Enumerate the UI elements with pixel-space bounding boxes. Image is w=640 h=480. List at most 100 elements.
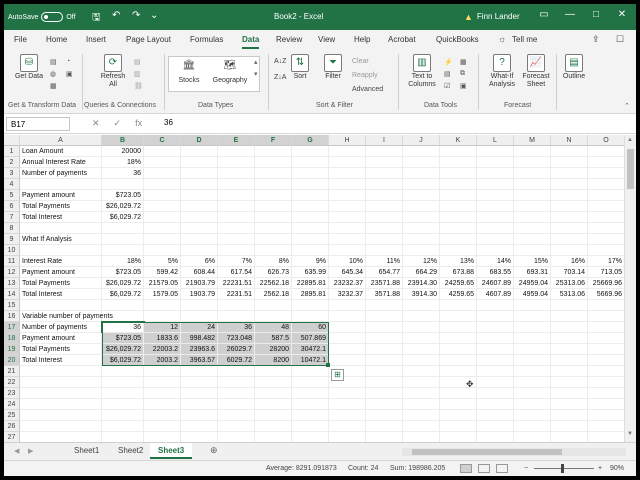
cell-m10[interactable] <box>514 245 551 256</box>
cell-l8[interactable] <box>477 223 514 234</box>
cell-j17[interactable] <box>403 322 440 333</box>
cell-e12[interactable]: 617.54 <box>218 267 255 278</box>
cell-h9[interactable] <box>329 234 366 245</box>
vertical-scroll-thumb[interactable] <box>627 149 634 189</box>
cell-j12[interactable]: 664.29 <box>403 267 440 278</box>
row-header-8[interactable]: 8 <box>4 223 20 234</box>
row-header-4[interactable]: 4 <box>4 179 20 190</box>
cell-a23[interactable] <box>20 388 102 399</box>
cell-e3[interactable] <box>218 168 255 179</box>
cell-c11[interactable]: 5% <box>144 256 181 267</box>
column-header-b[interactable]: B <box>102 135 144 146</box>
cell-e8[interactable] <box>218 223 255 234</box>
tab-home[interactable]: Home <box>46 35 67 44</box>
page-break-view-button[interactable] <box>496 464 508 473</box>
save-icon[interactable]: 🖫 <box>92 10 101 27</box>
cell-o17[interactable] <box>588 322 624 333</box>
cell-m4[interactable] <box>514 179 551 190</box>
cell-n26[interactable] <box>551 421 588 432</box>
cell-g16[interactable] <box>292 311 329 322</box>
cell-n4[interactable] <box>551 179 588 190</box>
cell-o15[interactable] <box>588 300 624 311</box>
cell-a19[interactable]: Total Payments <box>20 344 102 355</box>
cell-f21[interactable] <box>255 366 292 377</box>
cell-i16[interactable] <box>366 311 403 322</box>
cell-h24[interactable] <box>329 399 366 410</box>
cell-h12[interactable]: 645.34 <box>329 267 366 278</box>
cell-m22[interactable] <box>514 377 551 388</box>
cell-f3[interactable] <box>255 168 292 179</box>
cell-n8[interactable] <box>551 223 588 234</box>
cell-a21[interactable] <box>20 366 102 377</box>
from-text-icon[interactable]: ▤ <box>50 58 57 66</box>
cell-g8[interactable] <box>292 223 329 234</box>
cell-e4[interactable] <box>218 179 255 190</box>
cell-f11[interactable]: 8% <box>255 256 292 267</box>
cell-g9[interactable] <box>292 234 329 245</box>
cell-c4[interactable] <box>144 179 181 190</box>
cell-a14[interactable]: Total Interest <box>20 289 102 300</box>
cell-k21[interactable] <box>440 366 477 377</box>
cell-d20[interactable]: 3963.57 <box>181 355 218 366</box>
advanced-filter-button[interactable]: Advanced <box>352 86 383 93</box>
cell-g10[interactable] <box>292 245 329 256</box>
cell-f10[interactable] <box>255 245 292 256</box>
cell-i11[interactable]: 11% <box>366 256 403 267</box>
page-layout-view-button[interactable] <box>478 464 490 473</box>
cell-a6[interactable]: Total Payments <box>20 201 102 212</box>
cell-e23[interactable] <box>218 388 255 399</box>
cell-e7[interactable] <box>218 212 255 223</box>
tab-formulas[interactable]: Formulas <box>190 35 223 44</box>
cell-c1[interactable] <box>144 146 181 157</box>
cell-c16[interactable] <box>144 311 181 322</box>
cell-o8[interactable] <box>588 223 624 234</box>
cell-j9[interactable] <box>403 234 440 245</box>
horizontal-scroll-thumb[interactable] <box>412 449 562 455</box>
relationships-icon[interactable]: ⧉ <box>460 70 465 78</box>
cell-h25[interactable] <box>329 410 366 421</box>
cell-o22[interactable] <box>588 377 624 388</box>
row-header-24[interactable]: 24 <box>4 399 20 410</box>
cell-a4[interactable] <box>20 179 102 190</box>
autosave-toggle[interactable]: AutoSave Off <box>8 11 76 23</box>
cell-e17[interactable]: 36 <box>218 322 255 333</box>
cell-i13[interactable]: 23571.88 <box>366 278 403 289</box>
cell-m23[interactable] <box>514 388 551 399</box>
cell-m15[interactable] <box>514 300 551 311</box>
cell-o9[interactable] <box>588 234 624 245</box>
cell-l6[interactable] <box>477 201 514 212</box>
cell-i22[interactable] <box>366 377 403 388</box>
cell-e5[interactable] <box>218 190 255 201</box>
cell-j23[interactable] <box>403 388 440 399</box>
cell-c5[interactable] <box>144 190 181 201</box>
cell-l19[interactable] <box>477 344 514 355</box>
cell-d27[interactable] <box>181 432 218 442</box>
cell-i3[interactable] <box>366 168 403 179</box>
from-table-icon[interactable]: ▦ <box>50 82 57 90</box>
cell-f9[interactable] <box>255 234 292 245</box>
cell-h10[interactable] <box>329 245 366 256</box>
cell-f24[interactable] <box>255 399 292 410</box>
cell-l14[interactable]: 4607.89 <box>477 289 514 300</box>
row-header-7[interactable]: 7 <box>4 212 20 223</box>
cell-f27[interactable] <box>255 432 292 442</box>
cell-o14[interactable]: 5669.96 <box>588 289 624 300</box>
cell-h11[interactable]: 10% <box>329 256 366 267</box>
cell-h1[interactable] <box>329 146 366 157</box>
cell-d18[interactable]: 998.482 <box>181 333 218 344</box>
cell-d9[interactable] <box>181 234 218 245</box>
row-header-6[interactable]: 6 <box>4 201 20 212</box>
cell-k26[interactable] <box>440 421 477 432</box>
cell-e1[interactable] <box>218 146 255 157</box>
cell-i7[interactable] <box>366 212 403 223</box>
customize-toolbar-icon[interactable]: ⌄ <box>150 10 158 21</box>
cell-m24[interactable] <box>514 399 551 410</box>
tab-data[interactable]: Data <box>242 35 260 49</box>
edit-links-icon[interactable]: ⛓ <box>134 82 143 90</box>
cell-a26[interactable] <box>20 421 102 432</box>
column-header-g[interactable]: G <box>292 135 329 146</box>
tab-quickbooks[interactable]: QuickBooks <box>436 35 479 44</box>
cell-i6[interactable] <box>366 201 403 212</box>
cell-b12[interactable]: $723.05 <box>102 267 144 278</box>
cell-l7[interactable] <box>477 212 514 223</box>
